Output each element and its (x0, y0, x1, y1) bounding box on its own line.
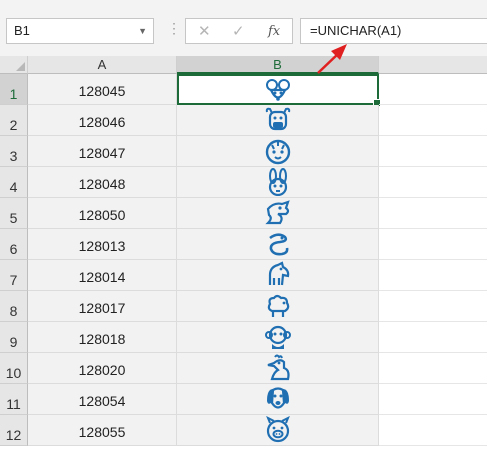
table-row: 4 128048 (0, 167, 487, 198)
cell-c[interactable] (379, 260, 487, 291)
cell-a[interactable]: 128054 (28, 384, 177, 415)
function-buttons: ✕ ✓ fx (185, 18, 293, 44)
rooster-icon (267, 354, 290, 381)
pig-icon (265, 416, 290, 443)
formula-input[interactable]: =UNICHAR(A1) (300, 18, 487, 44)
cell-b[interactable] (177, 415, 379, 446)
rabbit-icon (268, 168, 287, 196)
cell-b[interactable] (177, 229, 379, 260)
row-header[interactable]: 7 (0, 260, 28, 291)
cell-a[interactable]: 128018 (28, 322, 177, 353)
tiger-icon (265, 139, 290, 165)
cell-c[interactable] (379, 74, 487, 105)
table-row: 3 128047 (0, 136, 487, 167)
rat-icon (266, 79, 290, 101)
cancel-icon[interactable]: ✕ (198, 22, 211, 40)
cell-b[interactable] (177, 322, 379, 353)
row-header[interactable]: 11 (0, 384, 28, 415)
cell-a[interactable]: 128013 (28, 229, 177, 260)
cell-c[interactable] (379, 105, 487, 136)
cell-c[interactable] (379, 322, 487, 353)
cell-c[interactable] (379, 353, 487, 384)
dragon-icon (264, 200, 290, 225)
snake-icon (268, 233, 288, 256)
sheep-icon (267, 294, 289, 317)
cell-b[interactable] (177, 167, 379, 198)
row-header[interactable]: 3 (0, 136, 28, 167)
cell-c[interactable] (379, 136, 487, 167)
insert-function-icon[interactable]: fx (268, 24, 280, 39)
row-header[interactable]: 1 (0, 74, 28, 105)
cell-a[interactable]: 128046 (28, 105, 177, 136)
column-header-a[interactable]: A (28, 56, 177, 74)
cell-a[interactable]: 128045 (28, 74, 177, 105)
cell-c[interactable] (379, 167, 487, 198)
cell-c[interactable] (379, 415, 487, 446)
row-header[interactable]: 10 (0, 353, 28, 384)
cell-b[interactable] (177, 105, 379, 136)
cell-c[interactable] (379, 384, 487, 415)
cell-b[interactable] (177, 384, 379, 415)
cell-a[interactable]: 128048 (28, 167, 177, 198)
table-row: 11 128054 (0, 384, 487, 415)
table-row: 5 128050 (0, 198, 487, 229)
row-header[interactable]: 2 (0, 105, 28, 136)
cell-b[interactable] (177, 136, 379, 167)
ox-icon (265, 107, 290, 131)
dog-icon (266, 387, 289, 409)
cell-c[interactable] (379, 229, 487, 260)
row-header[interactable]: 6 (0, 229, 28, 260)
cell-a[interactable]: 128020 (28, 353, 177, 384)
cell-a[interactable]: 128055 (28, 415, 177, 446)
table-row: 6 128013 (0, 229, 487, 260)
row-header[interactable]: 12 (0, 415, 28, 446)
table-row: 7 128014 (0, 260, 487, 291)
cell-b[interactable] (177, 74, 381, 107)
cell-a[interactable]: 128047 (28, 136, 177, 167)
cell-b[interactable] (177, 353, 379, 384)
table-row: 10 128020 (0, 353, 487, 384)
cell-b[interactable] (177, 198, 379, 229)
cell-c[interactable] (379, 198, 487, 229)
name-box-value: B1 (14, 23, 30, 38)
table-row: 1 128045 (0, 74, 487, 107)
row-header[interactable]: 5 (0, 198, 28, 229)
row-header[interactable]: 4 (0, 167, 28, 198)
cell-a[interactable]: 128050 (28, 198, 177, 229)
table-row: 8 128017 (0, 291, 487, 322)
horse-icon (268, 261, 289, 286)
monkey-icon (264, 325, 291, 349)
cell-a[interactable]: 128017 (28, 291, 177, 322)
select-all-corner[interactable] (0, 56, 28, 74)
cell-a[interactable]: 128014 (28, 260, 177, 291)
name-box[interactable]: B1 ▼ (6, 18, 154, 44)
formula-bar: B1 ▼ ⋮ ✕ ✓ fx =UNICHAR(A1) (0, 0, 487, 56)
table-row: 12 128055 (0, 415, 487, 446)
cell-c[interactable] (379, 291, 487, 322)
enter-icon[interactable]: ✓ (232, 22, 245, 40)
cell-b[interactable] (177, 291, 379, 322)
name-box-dropdown-icon[interactable]: ▼ (138, 19, 147, 43)
table-row: 9 128018 (0, 322, 487, 353)
cell-b[interactable] (177, 260, 379, 291)
row-header[interactable]: 9 (0, 322, 28, 353)
column-header-b[interactable]: B (177, 56, 379, 74)
table-row: 2 128046 (0, 105, 487, 136)
column-header-c[interactable] (379, 56, 487, 74)
row-header[interactable]: 8 (0, 291, 28, 322)
drag-handle-icon[interactable]: ⋮ (167, 20, 181, 37)
